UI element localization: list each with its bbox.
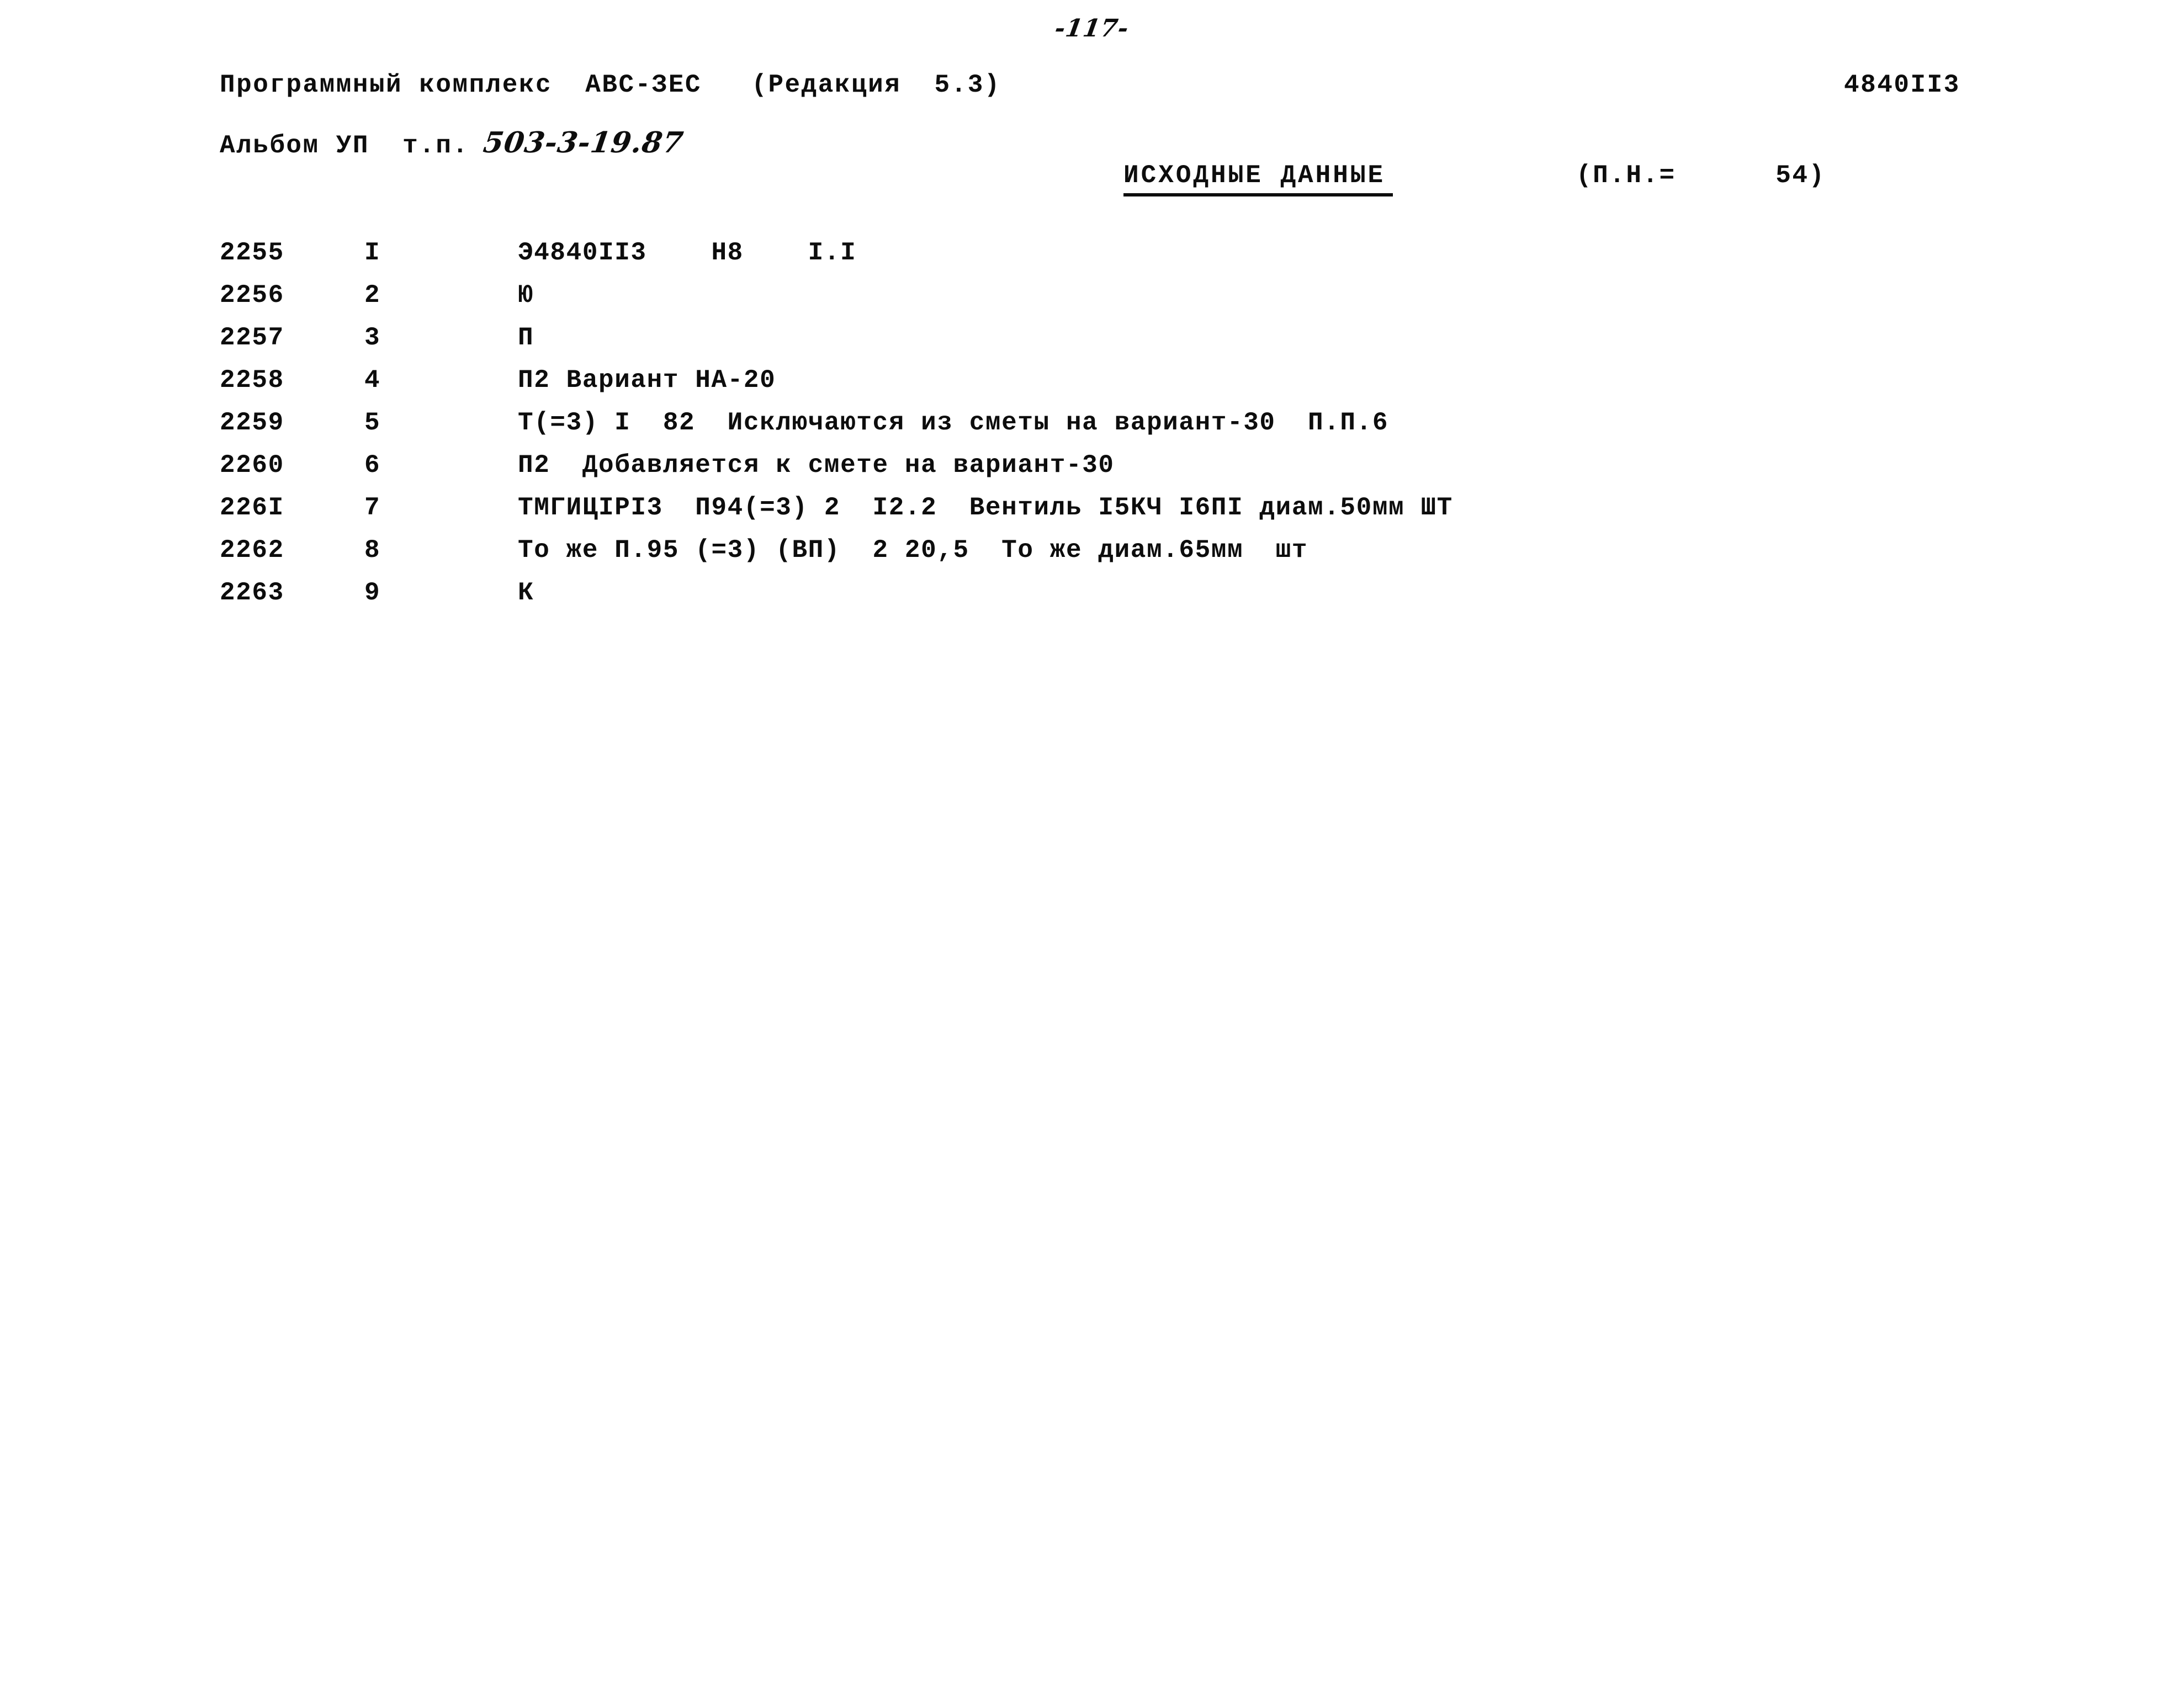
table-row: 2262 8 То же П.95 (=3) (ВП) 2 20,5 То же…: [220, 536, 1453, 578]
row-ordinal: 2: [364, 281, 381, 310]
row-body: ТМГИЦIРI3 П94(=3) 2 I2.2 Вентиль I5КЧ I6…: [518, 493, 1453, 522]
album-line: Альбом УП т.п. 503-3-19.87: [220, 126, 686, 160]
row-body: П: [518, 323, 534, 352]
row-sequence: 2257: [220, 323, 284, 352]
section-title: ИСХОДНЫЕ ДАННЫЕ: [1123, 161, 1393, 196]
program-title-line: Программный комплекс АВС-ЗЕС (Редакция 5…: [220, 71, 1001, 99]
table-row: 2256 2 Ю: [220, 281, 1453, 323]
album-code: 503-3-19.87: [481, 126, 686, 160]
row-body: Ю: [518, 281, 534, 310]
row-body: К: [518, 578, 534, 607]
data-listing: 2255 I Э4840II3 Н8 I.I 2256 2 Ю 2257 3 П…: [220, 238, 1453, 621]
row-ordinal: 5: [364, 408, 381, 437]
section-meta: (П.Н.= 54): [1576, 161, 1826, 190]
row-ordinal: I: [364, 238, 381, 267]
row-body: П2 Вариант НА-20: [518, 366, 776, 395]
row-sequence: 2255: [220, 238, 284, 267]
page-folio-text: -117-: [1053, 14, 1131, 42]
document-page: -117- Программный комплекс АВС-ЗЕС (Реда…: [0, 0, 2184, 1695]
row-sequence: 226I: [220, 493, 284, 522]
row-body: Т(=3) I 82 Исключаются из сметы на вариа…: [518, 408, 1389, 437]
table-row: 226I 7 ТМГИЦIРI3 П94(=3) 2 I2.2 Вентиль …: [220, 493, 1453, 536]
row-sequence: 2259: [220, 408, 284, 437]
row-ordinal: 9: [364, 578, 381, 607]
album-label: Альбом УП т.п.: [220, 131, 469, 160]
table-row: 2259 5 Т(=3) I 82 Исключаются из сметы н…: [220, 408, 1453, 451]
row-ordinal: 4: [364, 366, 381, 395]
row-sequence: 2262: [220, 536, 284, 565]
row-ordinal: 7: [364, 493, 381, 522]
page-folio: -117-: [0, 14, 2184, 42]
row-sequence: 2260: [220, 451, 284, 480]
table-row: 2263 9 К: [220, 578, 1453, 621]
row-ordinal: 6: [364, 451, 381, 480]
table-row: 2258 4 П2 Вариант НА-20: [220, 366, 1453, 408]
row-sequence: 2263: [220, 578, 284, 607]
table-row: 2255 I Э4840II3 Н8 I.I: [220, 238, 1453, 281]
row-sequence: 2258: [220, 366, 284, 395]
table-row: 2257 3 П: [220, 323, 1453, 366]
row-ordinal: 3: [364, 323, 381, 352]
document-code: 4840II3: [1844, 71, 1960, 99]
row-body: Э4840II3 Н8 I.I: [518, 238, 857, 267]
row-ordinal: 8: [364, 536, 381, 565]
table-row: 2260 6 П2 Добавляется к смете на вариант…: [220, 451, 1453, 493]
row-body: П2 Добавляется к смете на вариант-30: [518, 451, 1115, 480]
row-body: То же П.95 (=3) (ВП) 2 20,5 То же диам.6…: [518, 536, 1308, 565]
row-sequence: 2256: [220, 281, 284, 310]
